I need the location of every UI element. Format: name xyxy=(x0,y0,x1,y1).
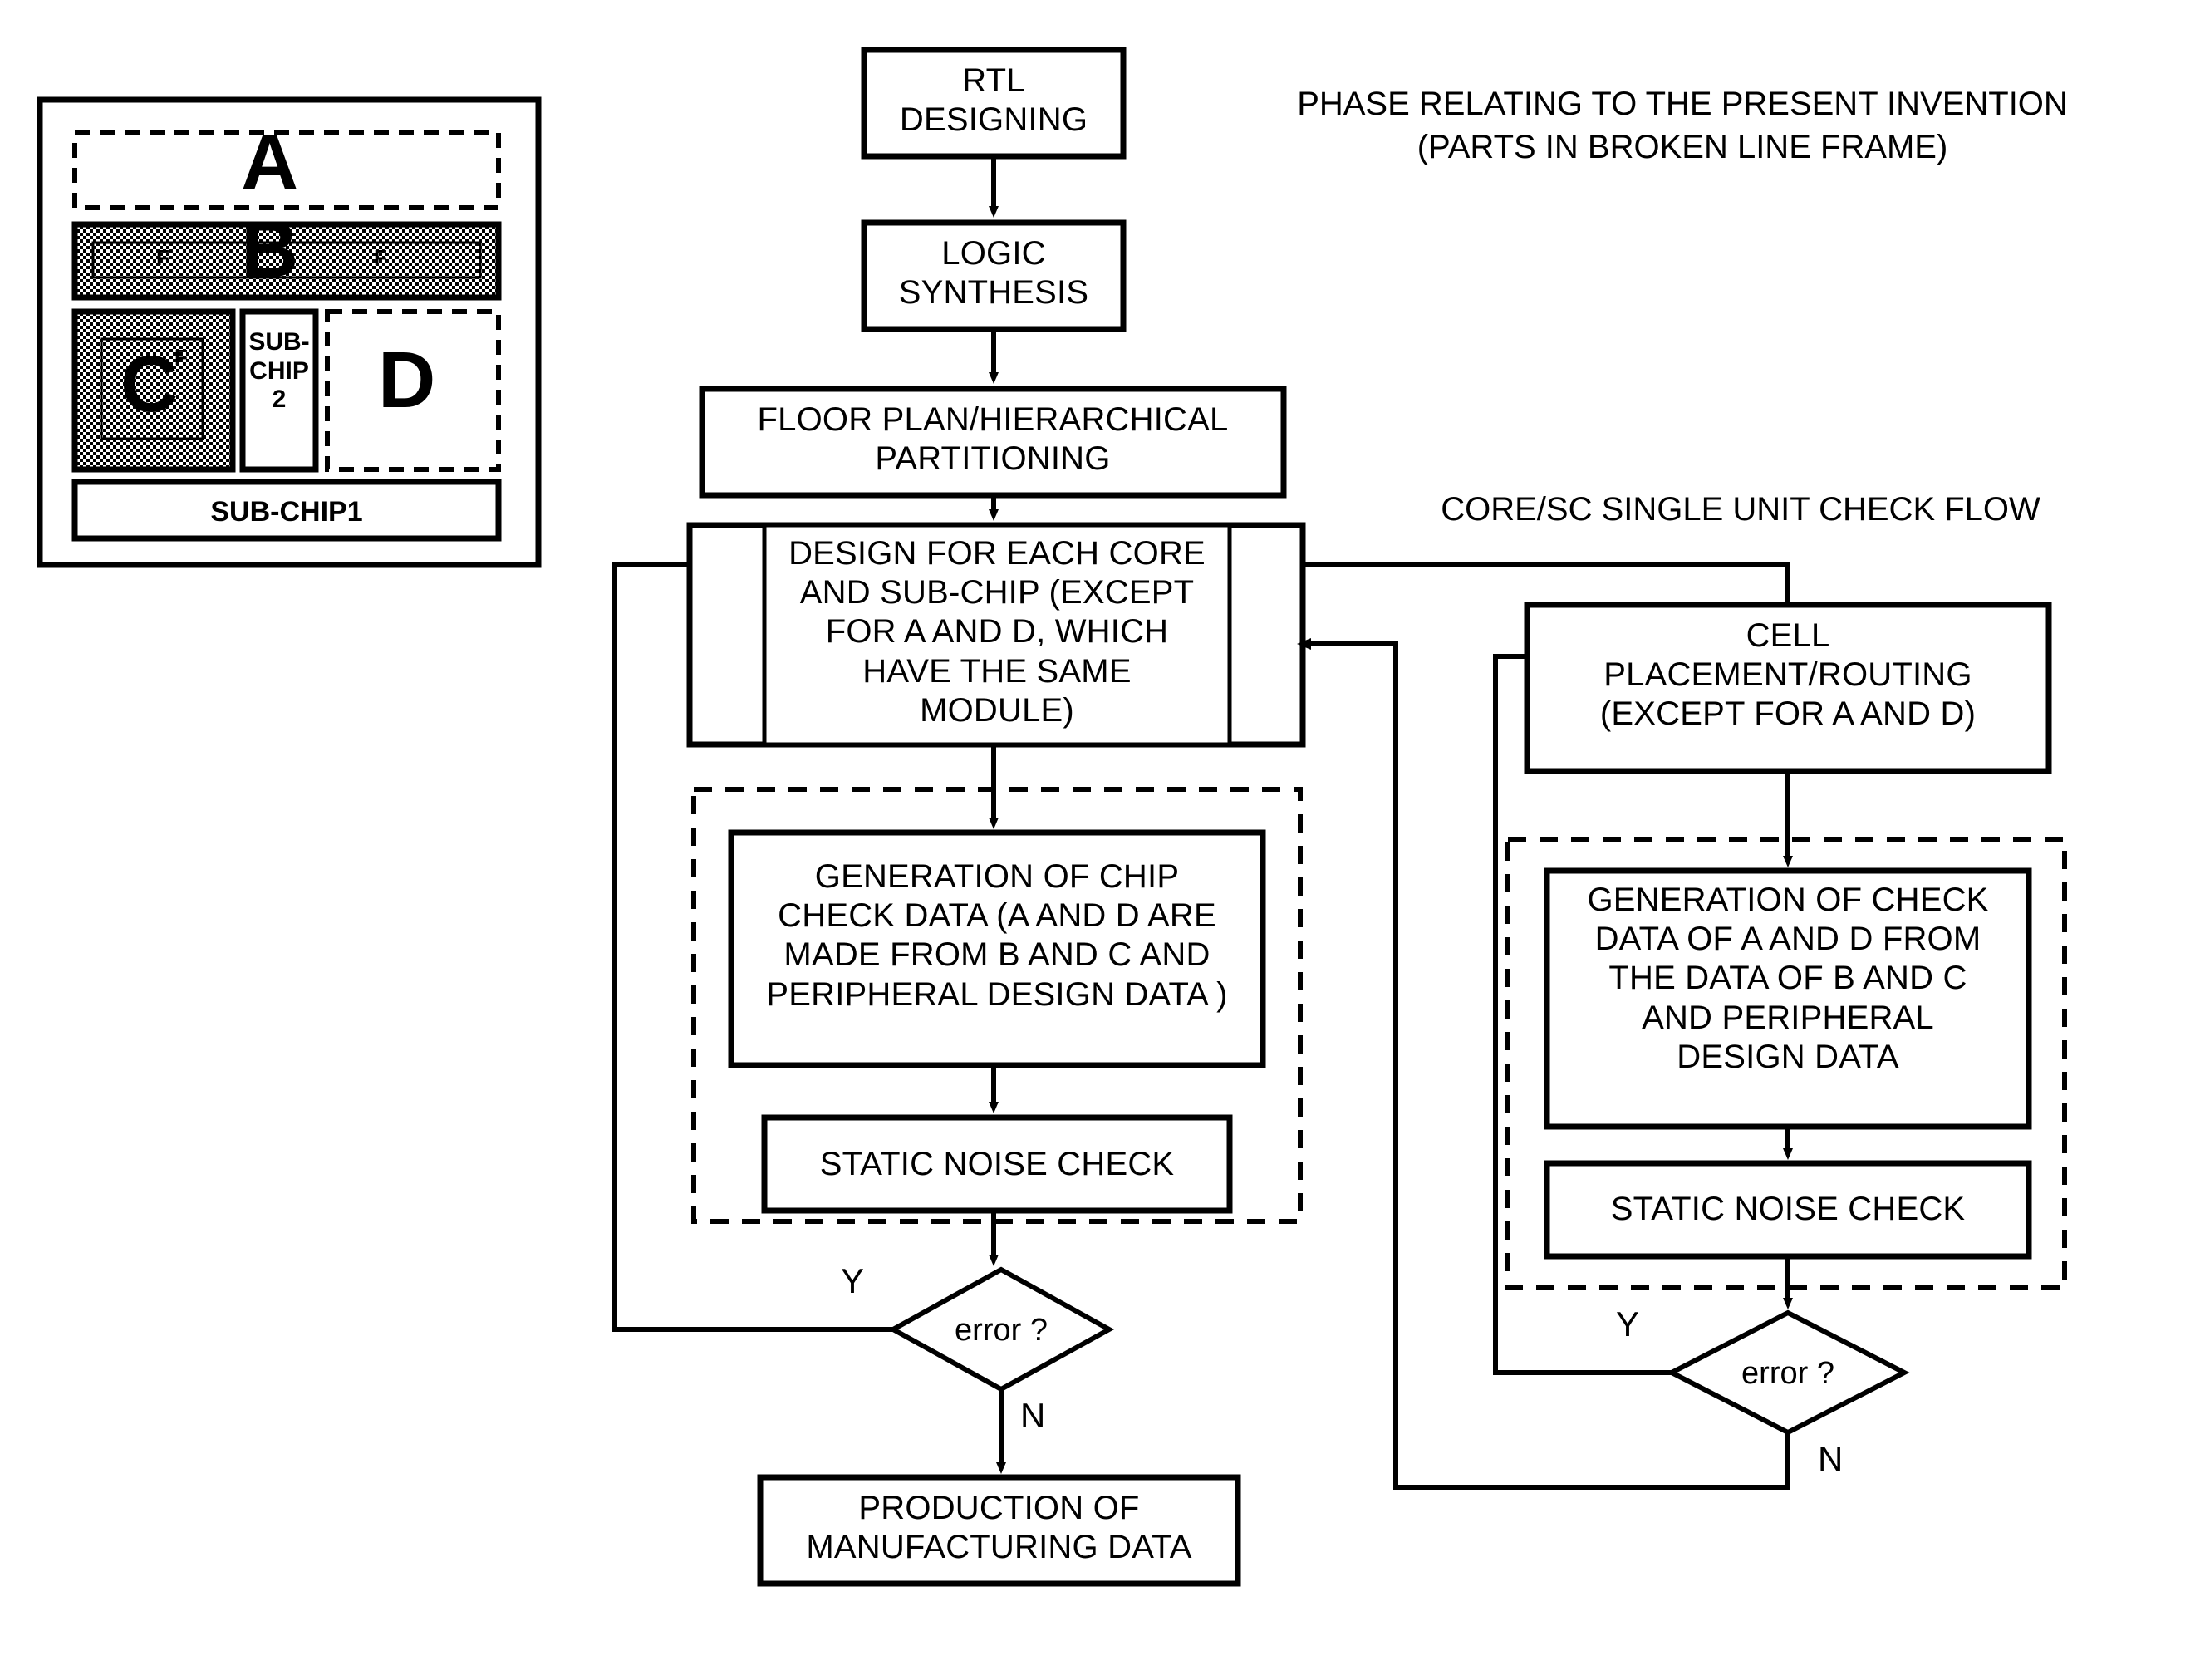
branch-label-right-no: N xyxy=(1818,1439,1844,1478)
decision-error-left-label: error ? xyxy=(955,1313,1048,1348)
region-b-label: B xyxy=(241,205,299,294)
sub-chip-2-label: SUB- CHIP 2 xyxy=(248,328,310,413)
region-d-label: D xyxy=(378,336,436,425)
node-static-noise-right-label: STATIC NOISE CHECK xyxy=(1610,1191,1966,1227)
region-c-f-label: F xyxy=(174,345,188,370)
branch-label-right-yes: Y xyxy=(1616,1304,1640,1344)
connector-design-to-cell-placement xyxy=(1303,562,1790,605)
region-b-f-label-left: F xyxy=(156,245,169,270)
node-cell-placement-label: CELL PLACEMENT/ROUTING (EXCEPT FOR A AND… xyxy=(1599,617,1977,733)
region-a-label: A xyxy=(241,118,299,207)
node-generation-chip-check-label: GENERATION OF CHIP CHECK DATA (A AND D A… xyxy=(766,858,1228,1013)
figure-canvas: A B C D F F F SUB- CHIP 2 SUB-CHIP1 PHAS… xyxy=(0,0,2200,1680)
node-rtl-designing-label: RTL DESIGNING xyxy=(899,62,1088,139)
branch-label-left-yes: Y xyxy=(841,1261,865,1300)
node-static-noise-left-label: STATIC NOISE CHECK xyxy=(819,1146,1175,1182)
core-sc-check-flow-note: CORE/SC SINGLE UNIT CHECK FLOW xyxy=(1441,491,2040,528)
phase-note-line2: (PARTS IN BROKEN LINE FRAME) xyxy=(1417,129,1948,165)
node-floor-plan-label: FLOOR PLAN/HIERARCHICAL PARTITIONING xyxy=(757,401,1229,478)
decision-error-right-label: error ? xyxy=(1741,1356,1834,1391)
node-production-manufacturing-label: PRODUCTION OF MANUFACTURING DATA xyxy=(806,1490,1192,1566)
node-logic-synthesis-label: LOGIC SYNTHESIS xyxy=(898,235,1089,312)
phase-note-line1: PHASE RELATING TO THE PRESENT INVENTION xyxy=(1297,86,2068,122)
branch-label-left-no: N xyxy=(1020,1396,1046,1435)
node-generation-check-ad-label: GENERATION OF CHECK DATA OF A AND D FROM… xyxy=(1587,882,1989,1075)
region-b-f-label-right: F xyxy=(374,245,387,270)
region-c-label: C xyxy=(120,340,179,429)
node-design-each-core-label: DESIGN FOR EACH CORE AND SUB-CHIP (EXCEP… xyxy=(788,535,1206,729)
sub-chip-1-label: SUB-CHIP1 xyxy=(210,496,363,528)
